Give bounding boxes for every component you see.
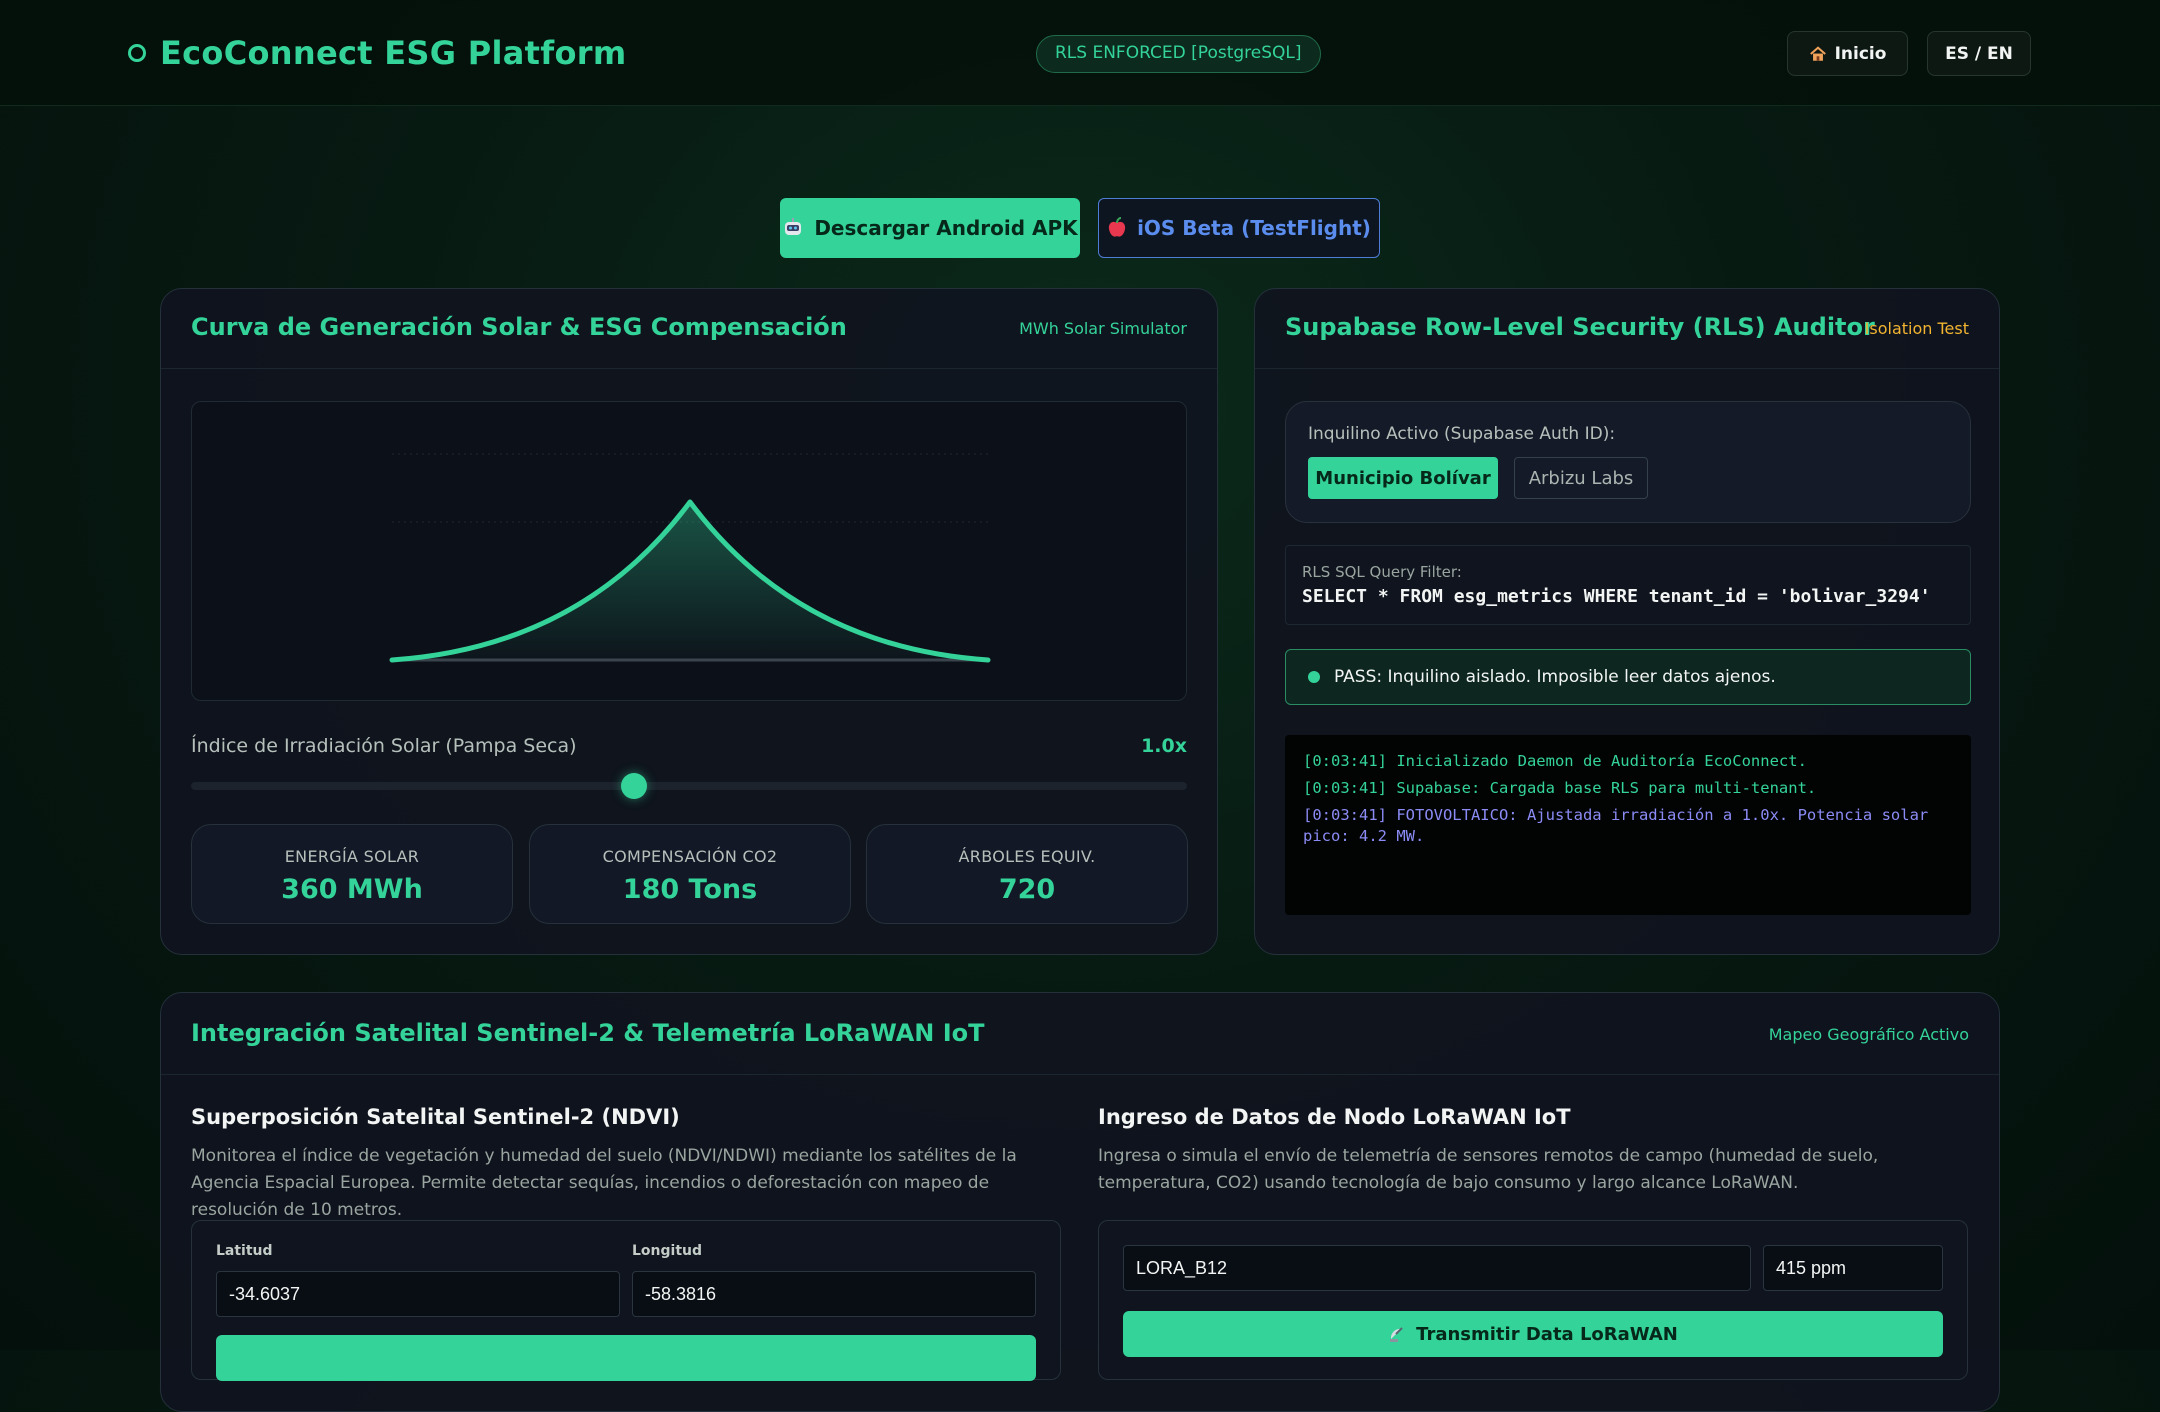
android-label: Descargar Android APK (814, 216, 1078, 240)
card-header: Integración Satelital Sentinel-2 & Telem… (161, 993, 1999, 1075)
tenant-selector: Inquilino Activo (Supabase Auth ID): Mun… (1285, 401, 1971, 523)
stat-label: ENERGÍA SOLAR (284, 847, 420, 866)
stat-value: 720 (998, 874, 1056, 905)
stat-value: 180 Tons (622, 874, 758, 905)
coordinates-form: Latitud -34.6037 Longitud -58.3816 (191, 1220, 1061, 1381)
stat-value: 360 MWh (281, 874, 423, 905)
app-title: EcoConnect ESG Platform (160, 34, 627, 72)
sql-filter-label: RLS SQL Query Filter: (1302, 563, 1462, 581)
ndvi-title: Superposición Satelital Sentinel-2 (NDVI… (191, 1105, 680, 1129)
solar-curve-chart (191, 401, 1187, 701)
lora-description: Ingresa o simula el envío de telemetría … (1098, 1146, 1879, 1193)
rls-card-tag: Isolation Test (1864, 319, 1969, 338)
apple-icon (1108, 217, 1126, 237)
co2-ppm-input[interactable]: 415 ppm (1763, 1245, 1943, 1291)
solar-generation-card: Curva de Generación Solar & ESG Compensa… (160, 288, 1218, 955)
brand[interactable]: EcoConnect ESG Platform (128, 34, 627, 72)
download-android-button[interactable]: Descargar Android APK (780, 198, 1080, 258)
irradiation-value: 1.0x (1141, 735, 1187, 757)
log-line: [0:03:41] Supabase: Cargada base RLS par… (1303, 779, 1817, 797)
stat-solar-energy: ENERGÍA SOLAR 360 MWh (191, 824, 513, 924)
stat-label: ÁRBOLES EQUIV. (958, 847, 1096, 866)
robot-icon (785, 218, 802, 235)
solar-card-tag: MWh Solar Simulator (1019, 319, 1187, 338)
latitude-label: Latitud (216, 1243, 273, 1259)
transmit-label: Transmitir Data LoRaWAN (1416, 1323, 1678, 1345)
latitude-input[interactable]: -34.6037 (216, 1271, 620, 1317)
stat-co2-compensation: COMPENSACIÓN CO2 180 Tons (529, 824, 851, 924)
longitude-input[interactable]: -58.3816 (632, 1271, 1036, 1317)
irradiation-label: Índice de Irradiación Solar (Pampa Seca) (191, 735, 577, 757)
log-line: [0:03:41] FOTOVOLTAICO: Ajustada irradia… (1303, 806, 1929, 845)
rls-status-badge: RLS ENFORCED [PostgreSQL] (1036, 35, 1321, 73)
pass-text: PASS: Inquilino aislado. Imposible leer … (1334, 667, 1776, 687)
log-line: [0:03:41] Inicializado Daemon de Auditor… (1303, 752, 1807, 770)
ios-label: iOS Beta (TestFlight) (1137, 216, 1371, 240)
home-label: Inicio (1834, 43, 1887, 64)
card-header: Supabase Row-Level Security (RLS) Audito… (1255, 289, 1999, 369)
ios-beta-button[interactable]: iOS Beta (TestFlight) (1098, 198, 1380, 258)
rls-card-title: Supabase Row-Level Security (RLS) Audito… (1285, 313, 1875, 341)
sql-filter-box: RLS SQL Query Filter: SELECT * FROM esg_… (1285, 545, 1971, 625)
circle-icon (128, 44, 146, 62)
home-button[interactable]: Inicio (1787, 31, 1908, 76)
lora-form: LORA_B12 415 ppm Transmitir Data LoRaWAN (1098, 1220, 1968, 1380)
solar-curve-svg (389, 453, 991, 663)
stat-label: COMPENSACIÓN CO2 (602, 847, 778, 866)
slider-thumb[interactable] (621, 773, 648, 799)
solar-card-title: Curva de Generación Solar & ESG Compensa… (191, 313, 847, 341)
transmit-lorawan-button[interactable]: Transmitir Data LoRaWAN (1123, 1311, 1943, 1357)
top-navbar: EcoConnect ESG Platform RLS ENFORCED [Po… (0, 0, 2160, 106)
language-toggle[interactable]: ES / EN (1927, 31, 2031, 76)
tenant-label: Inquilino Activo (Supabase Auth ID): (1308, 424, 1616, 444)
sql-query: SELECT * FROM esg_metrics WHERE tenant_i… (1302, 586, 1931, 607)
ndvi-action-button[interactable] (216, 1335, 1036, 1381)
node-id-input[interactable]: LORA_B12 (1123, 1245, 1751, 1291)
solar-area (392, 502, 988, 660)
irradiation-slider[interactable] (191, 773, 1187, 799)
house-icon (1809, 45, 1826, 61)
satellite-card-title: Integración Satelital Sentinel-2 & Telem… (191, 1019, 985, 1047)
longitude-label: Longitud (632, 1243, 703, 1259)
satellite-card-tag: Mapeo Geográfico Activo (1768, 1025, 1969, 1044)
status-dot-icon (1308, 671, 1320, 683)
tenant-button-arbizu-labs[interactable]: Arbizu Labs (1514, 457, 1648, 499)
satellite-iot-card: Integración Satelital Sentinel-2 & Telem… (160, 992, 2000, 1412)
card-header: Curva de Generación Solar & ESG Compensa… (161, 289, 1217, 369)
stat-trees-equivalent: ÁRBOLES EQUIV. 720 (866, 824, 1188, 924)
satellite-antenna-icon (1390, 1327, 1403, 1342)
pass-status: PASS: Inquilino aislado. Imposible leer … (1285, 649, 1971, 705)
rls-auditor-card: Supabase Row-Level Security (RLS) Audito… (1254, 288, 2000, 955)
tenant-button-municipio-bolivar[interactable]: Municipio Bolívar (1308, 457, 1498, 499)
ndvi-description: Monitorea el índice de vegetación y hume… (191, 1146, 1017, 1220)
lora-title: Ingreso de Datos de Nodo LoRaWAN IoT (1098, 1105, 1571, 1129)
audit-log-console: [0:03:41] Inicializado Daemon de Auditor… (1285, 735, 1971, 915)
